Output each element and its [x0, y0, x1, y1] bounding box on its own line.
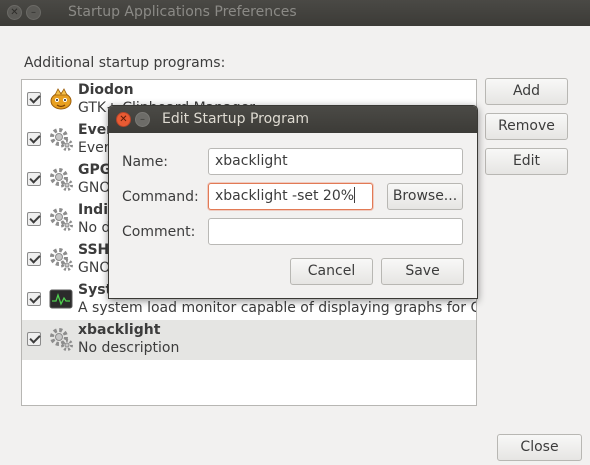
- close-button[interactable]: Close: [497, 434, 582, 461]
- enabled-checkbox[interactable]: [27, 212, 41, 226]
- command-label: Command:: [122, 189, 199, 205]
- program-description: No d: [78, 220, 111, 236]
- name-label: Name:: [122, 154, 169, 170]
- gears-icon: [48, 126, 74, 152]
- program-name: xbacklight: [78, 322, 161, 338]
- window-titlebar: ✕ – Startup Applications Preferences: [0, 0, 590, 26]
- cancel-button[interactable]: Cancel: [290, 258, 373, 285]
- enabled-checkbox[interactable]: [27, 332, 41, 346]
- comment-field[interactable]: [208, 218, 463, 245]
- add-button[interactable]: Add: [485, 78, 568, 105]
- enabled-checkbox[interactable]: [27, 252, 41, 266]
- gears-icon: [48, 206, 74, 232]
- program-name: Diodon: [78, 82, 134, 98]
- edit-startup-program-dialog: ✕ – Edit Startup Program Name: xbackligh…: [108, 105, 478, 299]
- remove-button[interactable]: Remove: [485, 113, 568, 140]
- program-description: Ever: [78, 140, 110, 156]
- close-icon[interactable]: ✕: [7, 5, 22, 20]
- list-item[interactable]: xbacklight No description: [22, 320, 476, 360]
- section-label: Additional startup programs:: [24, 55, 226, 71]
- program-description: No description: [78, 340, 180, 356]
- diodon-icon: [48, 86, 74, 112]
- edit-button[interactable]: Edit: [485, 148, 568, 175]
- dialog-title: Edit Startup Program: [162, 111, 310, 127]
- text-cursor: [354, 187, 356, 203]
- gears-icon: [48, 326, 74, 352]
- comment-label: Comment:: [122, 224, 196, 240]
- command-value: xbacklight -set 20%: [215, 188, 355, 204]
- command-field[interactable]: xbacklight -set 20%: [208, 183, 373, 210]
- program-description: A system load monitor capable of display…: [78, 300, 477, 316]
- program-name: GPG: [78, 162, 112, 178]
- program-description: GNO: [78, 260, 111, 276]
- enabled-checkbox[interactable]: [27, 172, 41, 186]
- minimize-icon[interactable]: –: [26, 5, 41, 20]
- enabled-checkbox[interactable]: [27, 132, 41, 146]
- close-icon[interactable]: ✕: [116, 112, 131, 127]
- name-field[interactable]: xbacklight: [208, 148, 463, 175]
- enabled-checkbox[interactable]: [27, 292, 41, 306]
- browse-button[interactable]: Browse...: [387, 183, 463, 210]
- program-description: GNO: [78, 180, 111, 196]
- dialog-titlebar: ✕ – Edit Startup Program: [109, 106, 477, 133]
- minimize-icon[interactable]: –: [135, 112, 150, 127]
- save-button[interactable]: Save: [381, 258, 464, 285]
- gears-icon: [48, 246, 74, 272]
- gears-icon: [48, 166, 74, 192]
- enabled-checkbox[interactable]: [27, 92, 41, 106]
- program-name: SSH: [78, 242, 110, 258]
- window-title: Startup Applications Preferences: [68, 4, 297, 20]
- system-monitor-icon: [48, 286, 74, 312]
